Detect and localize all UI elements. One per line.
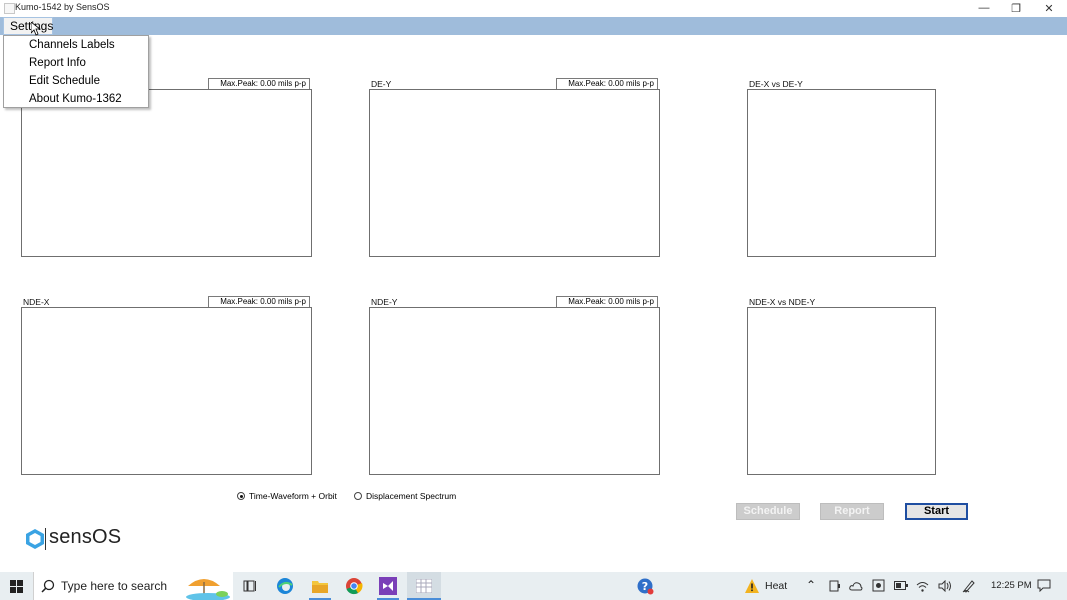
meet-now-icon[interactable]: [829, 580, 841, 592]
logo-text: sensOS: [49, 526, 122, 548]
close-button[interactable]: ✕: [1033, 0, 1065, 16]
schedule-button[interactable]: Schedule: [736, 503, 800, 520]
edge-browser-icon[interactable]: [276, 577, 294, 595]
radio-displacement-spectrum[interactable]: Displacement Spectrum: [354, 491, 456, 501]
ndey-label: NDE-Y: [371, 297, 398, 307]
heat-warning-icon: [745, 579, 759, 593]
task-view-icon[interactable]: [243, 579, 257, 593]
windows-start-icon[interactable]: [10, 580, 23, 593]
taskbar-active-app[interactable]: [407, 572, 441, 600]
radio-unselected-icon: [354, 492, 362, 500]
close-icon: ✕: [1044, 2, 1054, 15]
menu-item-edit-schedule[interactable]: Edit Schedule: [4, 72, 148, 90]
wifi-icon[interactable]: [916, 580, 929, 592]
ndey-waveform-plot: [369, 307, 660, 475]
dex-waveform-plot: [21, 89, 312, 257]
radio-time-waveform-label: Time-Waveform + Orbit: [249, 491, 337, 501]
start-button[interactable]: Start: [905, 503, 968, 520]
report-button[interactable]: Report: [820, 503, 884, 520]
search-placeholder: Type here to search: [61, 579, 168, 593]
file-explorer-icon[interactable]: [311, 578, 329, 594]
battery-icon[interactable]: [894, 581, 908, 590]
minimize-button[interactable]: —: [968, 0, 1000, 16]
sensos-logo-icon: [26, 529, 44, 549]
app-grid-icon: [416, 579, 432, 593]
settings-menu[interactable]: Settings: [3, 17, 53, 35]
orbit-nde-plot: [747, 307, 936, 475]
radio-time-waveform-orbit[interactable]: Time-Waveform + Orbit: [237, 491, 337, 501]
app-icon: [4, 3, 15, 14]
title-bar: Kumo-1542 by SensOS — ❐ ✕: [0, 0, 1067, 16]
radio-displacement-label: Displacement Spectrum: [366, 491, 457, 501]
chevron-up-icon[interactable]: ⌃: [806, 578, 816, 592]
orbit-de-label: DE-X vs DE-Y: [749, 79, 803, 89]
restore-icon: ❐: [1011, 2, 1021, 15]
mouse-cursor-icon: [31, 22, 41, 36]
visual-studio-icon[interactable]: [379, 577, 397, 595]
logo-divider: [45, 528, 46, 550]
settings-dropdown: Channels Labels Report Info Edit Schedul…: [3, 35, 149, 108]
menu-strip: [0, 17, 1067, 35]
menu-item-channels-labels[interactable]: Channels Labels: [4, 36, 148, 54]
onedrive-cloud-icon[interactable]: [849, 581, 863, 591]
dey-label: DE-Y: [371, 79, 392, 89]
search-icon: [41, 579, 55, 593]
chrome-browser-icon[interactable]: [345, 577, 363, 595]
ndex-label: NDE-X: [23, 297, 50, 307]
minimize-icon: —: [978, 2, 990, 14]
orbit-de-plot: [747, 89, 936, 257]
notifications-icon[interactable]: [1037, 579, 1051, 592]
orbit-nde-label: NDE-X vs NDE-Y: [749, 297, 816, 307]
weather-text[interactable]: Heat: [765, 580, 787, 592]
radio-selected-icon: [237, 492, 245, 500]
ndex-waveform-plot: [21, 307, 312, 475]
svg-text:?: ?: [642, 580, 648, 593]
restore-button[interactable]: ❐: [1000, 0, 1032, 16]
clock-time[interactable]: 12:25 PM: [991, 580, 1032, 591]
help-icon[interactable]: ?: [637, 578, 654, 595]
pen-input-icon[interactable]: [962, 579, 976, 593]
volume-icon[interactable]: [938, 580, 952, 592]
menu-item-report-info[interactable]: Report Info: [4, 54, 148, 72]
window-title: Kumo-1542 by SensOS: [15, 2, 110, 12]
beach-umbrella-icon: [186, 579, 230, 600]
dey-waveform-plot: [369, 89, 660, 257]
security-icon[interactable]: [872, 579, 885, 592]
menu-item-about[interactable]: About Kumo-1362: [4, 90, 148, 108]
